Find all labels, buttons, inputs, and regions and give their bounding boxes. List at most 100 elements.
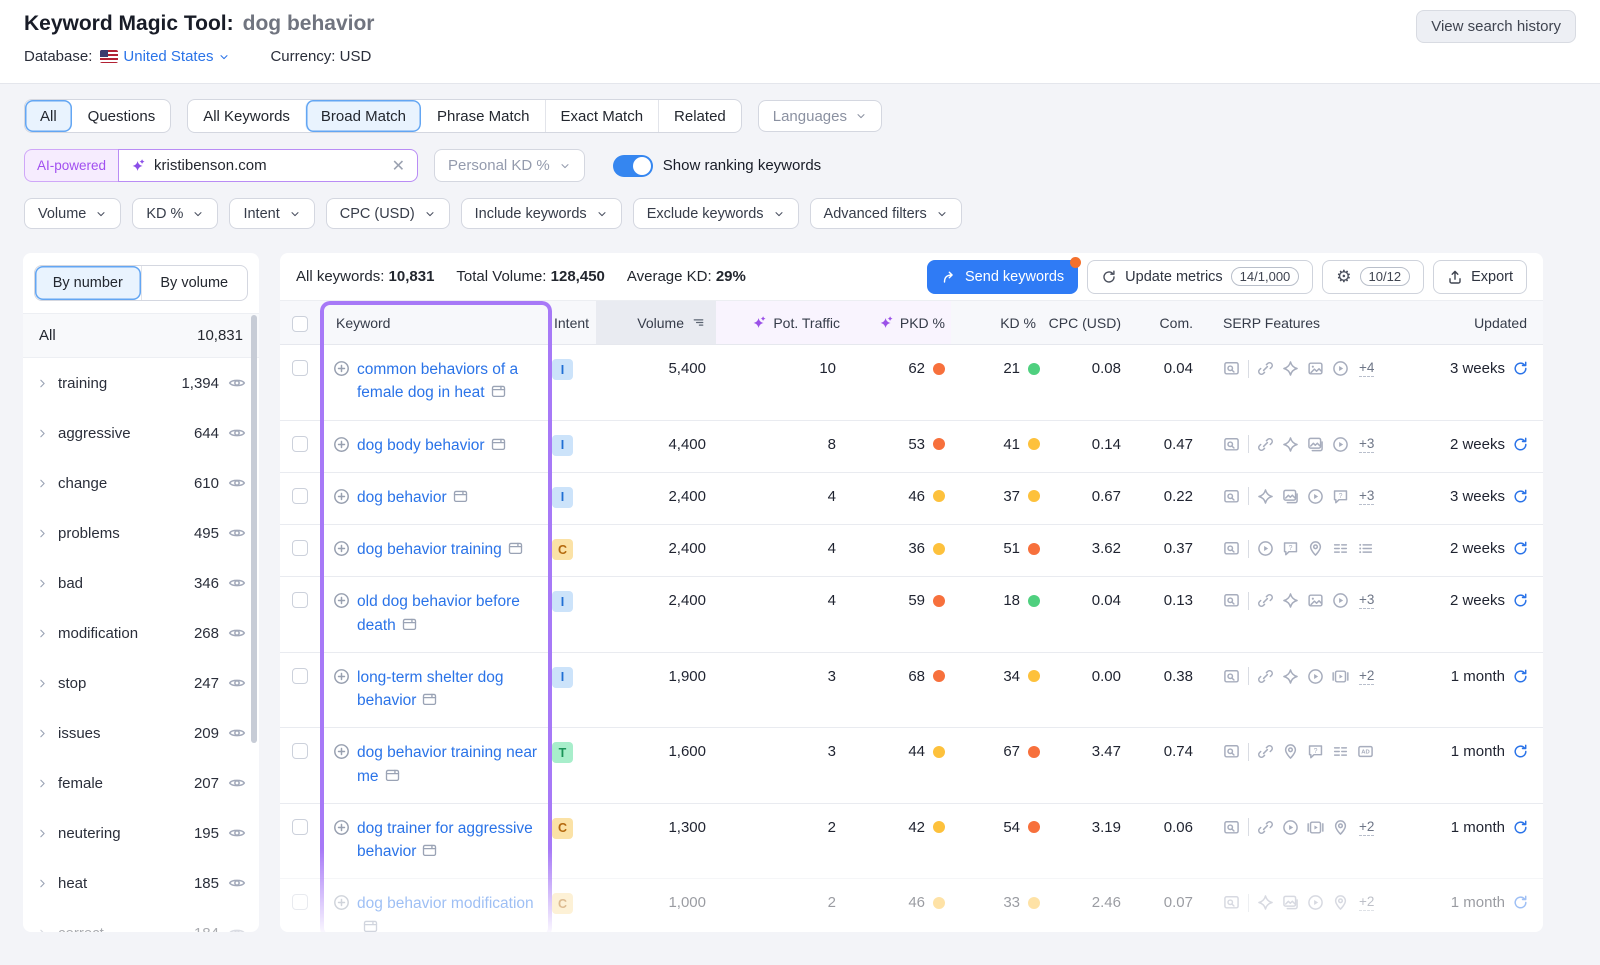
serp-preview-icon[interactable] bbox=[385, 767, 400, 790]
eye-icon[interactable] bbox=[228, 774, 246, 792]
send-keywords-button[interactable]: Send keywords bbox=[927, 260, 1078, 294]
column-com[interactable]: Com. bbox=[1131, 301, 1203, 344]
add-keyword-icon[interactable] bbox=[333, 436, 350, 453]
serp-more-badge[interactable]: +3 bbox=[1359, 488, 1374, 505]
refresh-metric-icon[interactable] bbox=[1512, 668, 1529, 685]
row-checkbox[interactable] bbox=[292, 488, 308, 504]
row-checkbox[interactable] bbox=[292, 592, 308, 608]
keyword-link[interactable]: dog body behavior bbox=[357, 434, 506, 459]
sidebar-group-issues[interactable]: issues 209 bbox=[23, 708, 259, 758]
refresh-metric-icon[interactable] bbox=[1512, 436, 1529, 453]
keyword-link[interactable]: dog behavior bbox=[357, 486, 468, 511]
add-keyword-icon[interactable] bbox=[333, 819, 350, 836]
sidebar-group-correct[interactable]: correct 184 bbox=[23, 908, 259, 932]
keyword-link[interactable]: dog behavior training near me bbox=[357, 741, 538, 790]
sidebar-group-neutering[interactable]: neutering 195 bbox=[23, 808, 259, 858]
update-metrics-button[interactable]: Update metrics 14/1,000 bbox=[1087, 260, 1313, 294]
eye-icon[interactable] bbox=[228, 624, 246, 642]
keyword-link[interactable]: dog behavior training bbox=[357, 538, 523, 563]
column-serp-features[interactable]: SERP Features bbox=[1203, 301, 1398, 344]
personal-kd-dropdown[interactable]: Personal KD % bbox=[434, 149, 585, 182]
eye-icon[interactable] bbox=[228, 574, 246, 592]
row-checkbox[interactable] bbox=[292, 668, 308, 684]
clear-search-icon[interactable]: ✕ bbox=[392, 156, 405, 176]
column-intent[interactable]: Intent bbox=[552, 301, 596, 344]
serp-preview-icon[interactable] bbox=[422, 691, 437, 714]
refresh-metric-icon[interactable] bbox=[1512, 743, 1529, 760]
sidebar-group-training[interactable]: training 1,394 bbox=[23, 358, 259, 408]
column-updated[interactable]: Updated bbox=[1398, 301, 1543, 344]
sidebar-group-aggressive[interactable]: aggressive 644 bbox=[23, 408, 259, 458]
refresh-metric-icon[interactable] bbox=[1512, 488, 1529, 505]
row-checkbox[interactable] bbox=[292, 436, 308, 452]
add-keyword-icon[interactable] bbox=[333, 540, 350, 557]
column-keyword[interactable]: Keyword bbox=[320, 301, 552, 344]
row-checkbox[interactable] bbox=[292, 819, 308, 835]
eye-icon[interactable] bbox=[228, 924, 246, 932]
sidebar-tab-by-volume[interactable]: By volume bbox=[141, 266, 248, 300]
tab-all-keywords[interactable]: All Keywords bbox=[188, 100, 305, 132]
keyword-link[interactable]: common behaviors of a female dog in heat bbox=[357, 358, 538, 407]
view-search-history-button[interactable]: View search history bbox=[1416, 10, 1576, 43]
sidebar-group-female[interactable]: female 207 bbox=[23, 758, 259, 808]
tab-phrase-match[interactable]: Phrase Match bbox=[421, 100, 545, 132]
serp-more-badge[interactable]: +2 bbox=[1359, 668, 1374, 685]
eye-icon[interactable] bbox=[228, 374, 246, 392]
serp-preview-icon[interactable] bbox=[453, 488, 468, 511]
serp-preview-icon[interactable] bbox=[508, 540, 523, 563]
eye-icon[interactable] bbox=[228, 424, 246, 442]
tab-questions[interactable]: Questions bbox=[72, 100, 171, 132]
eye-icon[interactable] bbox=[228, 824, 246, 842]
eye-icon[interactable] bbox=[228, 674, 246, 692]
tab-exact-match[interactable]: Exact Match bbox=[545, 100, 659, 132]
sidebar-group-stop[interactable]: stop 247 bbox=[23, 658, 259, 708]
add-keyword-icon[interactable] bbox=[333, 592, 350, 609]
sidebar-group-modification[interactable]: modification 268 bbox=[23, 608, 259, 658]
serp-more-badge[interactable]: +2 bbox=[1359, 819, 1374, 836]
serp-more-badge[interactable]: +4 bbox=[1359, 360, 1374, 377]
keyword-link[interactable]: dog trainer for aggressive behavior bbox=[357, 817, 538, 866]
add-keyword-icon[interactable] bbox=[333, 360, 350, 377]
sidebar-group-heat[interactable]: heat 185 bbox=[23, 858, 259, 908]
database-selector[interactable]: United States bbox=[100, 48, 230, 65]
serp-more-badge[interactable]: +2 bbox=[1359, 894, 1374, 911]
tab-broad-match[interactable]: Broad Match bbox=[305, 100, 421, 132]
sidebar-all-row[interactable]: All 10,831 bbox=[23, 313, 259, 358]
serp-preview-icon[interactable] bbox=[402, 616, 417, 639]
tab-related[interactable]: Related bbox=[658, 100, 741, 132]
sidebar-group-problems[interactable]: problems 495 bbox=[23, 508, 259, 558]
column-pkd[interactable]: PKD % bbox=[846, 301, 951, 344]
select-all-checkbox[interactable] bbox=[292, 316, 308, 332]
serp-preview-icon[interactable] bbox=[491, 436, 506, 459]
keyword-link[interactable]: old dog behavior before death bbox=[357, 590, 538, 639]
eye-icon[interactable] bbox=[228, 524, 246, 542]
sidebar-group-change[interactable]: change 610 bbox=[23, 458, 259, 508]
keyword-link[interactable]: dog behavior modification bbox=[357, 892, 538, 932]
tab-all[interactable]: All bbox=[25, 100, 72, 132]
row-checkbox[interactable] bbox=[292, 360, 308, 376]
column-kd[interactable]: KD % bbox=[951, 301, 1046, 344]
filter-intent[interactable]: Intent bbox=[229, 198, 314, 229]
search-input[interactable] bbox=[154, 157, 384, 174]
serp-more-badge[interactable]: +3 bbox=[1359, 592, 1374, 609]
keyword-link[interactable]: long-term shelter dog behavior bbox=[357, 666, 538, 715]
export-button[interactable]: Export bbox=[1433, 260, 1527, 294]
filter-include-keywords[interactable]: Include keywords bbox=[461, 198, 622, 229]
serp-preview-icon[interactable] bbox=[491, 383, 506, 406]
serp-preview-icon[interactable] bbox=[363, 918, 378, 933]
refresh-metric-icon[interactable] bbox=[1512, 540, 1529, 557]
serp-preview-icon[interactable] bbox=[422, 842, 437, 865]
refresh-metric-icon[interactable] bbox=[1512, 360, 1529, 377]
filter-cpc-usd[interactable]: CPC (USD) bbox=[326, 198, 450, 229]
refresh-metric-icon[interactable] bbox=[1512, 819, 1529, 836]
refresh-metric-icon[interactable] bbox=[1512, 592, 1529, 609]
row-checkbox[interactable] bbox=[292, 540, 308, 556]
sidebar-tab-by-number[interactable]: By number bbox=[35, 266, 141, 300]
languages-dropdown[interactable]: Languages bbox=[758, 100, 882, 132]
add-keyword-icon[interactable] bbox=[333, 668, 350, 685]
show-ranking-keywords-toggle[interactable] bbox=[613, 155, 653, 177]
column-pot-traffic[interactable]: Pot. Traffic bbox=[716, 301, 846, 344]
row-checkbox[interactable] bbox=[292, 743, 308, 759]
sidebar-scrollbar[interactable] bbox=[251, 315, 257, 743]
filter-kd[interactable]: KD % bbox=[132, 198, 218, 229]
